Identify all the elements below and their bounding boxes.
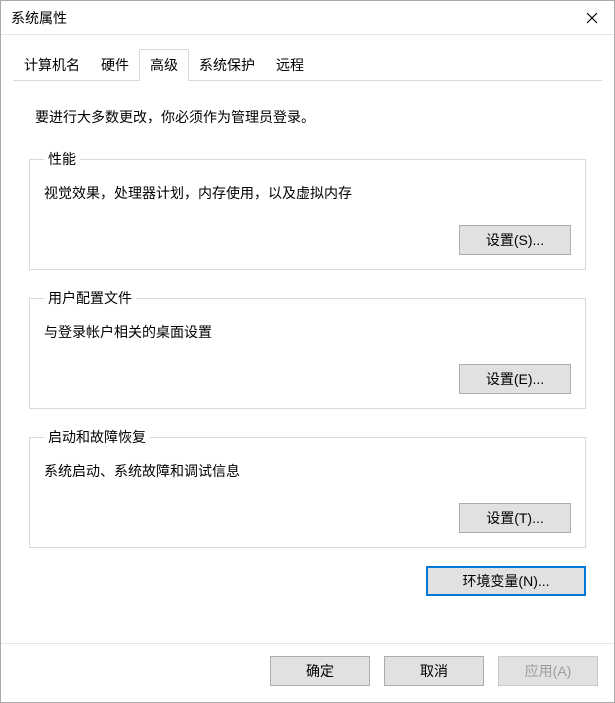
tab-hardware[interactable]: 硬件	[90, 49, 140, 81]
group-performance: 性能 视觉效果，处理器计划，内存使用，以及虚拟内存 设置(S)...	[29, 149, 586, 270]
group-performance-desc: 视觉效果，处理器计划，内存使用，以及虚拟内存	[44, 183, 571, 203]
group-startup-recovery-legend: 启动和故障恢复	[44, 427, 150, 447]
startup-recovery-settings-button[interactable]: 设置(T)...	[459, 503, 571, 533]
tab-content-advanced: 要进行大多数更改，你必须作为管理员登录。 性能 视觉效果，处理器计划，内存使用，…	[1, 81, 614, 643]
group-user-profiles-legend: 用户配置文件	[44, 288, 136, 308]
close-icon[interactable]	[569, 1, 614, 34]
titlebar: 系统属性	[1, 1, 614, 35]
tab-computer-name[interactable]: 计算机名	[13, 49, 91, 81]
environment-variables-button[interactable]: 环境变量(N)...	[426, 566, 586, 596]
group-user-profiles: 用户配置文件 与登录帐户相关的桌面设置 设置(E)...	[29, 288, 586, 409]
group-startup-recovery-desc: 系统启动、系统故障和调试信息	[44, 461, 571, 481]
tab-system-protection[interactable]: 系统保护	[188, 49, 266, 81]
group-startup-recovery: 启动和故障恢复 系统启动、系统故障和调试信息 设置(T)...	[29, 427, 586, 548]
user-profiles-settings-button[interactable]: 设置(E)...	[459, 364, 571, 394]
ok-button[interactable]: 确定	[270, 656, 370, 686]
tab-advanced[interactable]: 高级	[139, 49, 189, 81]
tabstrip: 计算机名 硬件 高级 系统保护 远程	[1, 35, 614, 81]
dialog-footer: 确定 取消 应用(A)	[1, 643, 614, 702]
cancel-button[interactable]: 取消	[384, 656, 484, 686]
group-performance-legend: 性能	[44, 149, 80, 169]
admin-note: 要进行大多数更改，你必须作为管理员登录。	[35, 107, 580, 127]
group-user-profiles-desc: 与登录帐户相关的桌面设置	[44, 322, 571, 342]
apply-button[interactable]: 应用(A)	[498, 656, 598, 686]
tab-remote[interactable]: 远程	[265, 49, 315, 81]
window-title: 系统属性	[11, 8, 67, 28]
performance-settings-button[interactable]: 设置(S)...	[459, 225, 571, 255]
system-properties-dialog: 系统属性 计算机名 硬件 高级 系统保护 远程 要进行大多数更改，你必须作为管理…	[0, 0, 615, 703]
